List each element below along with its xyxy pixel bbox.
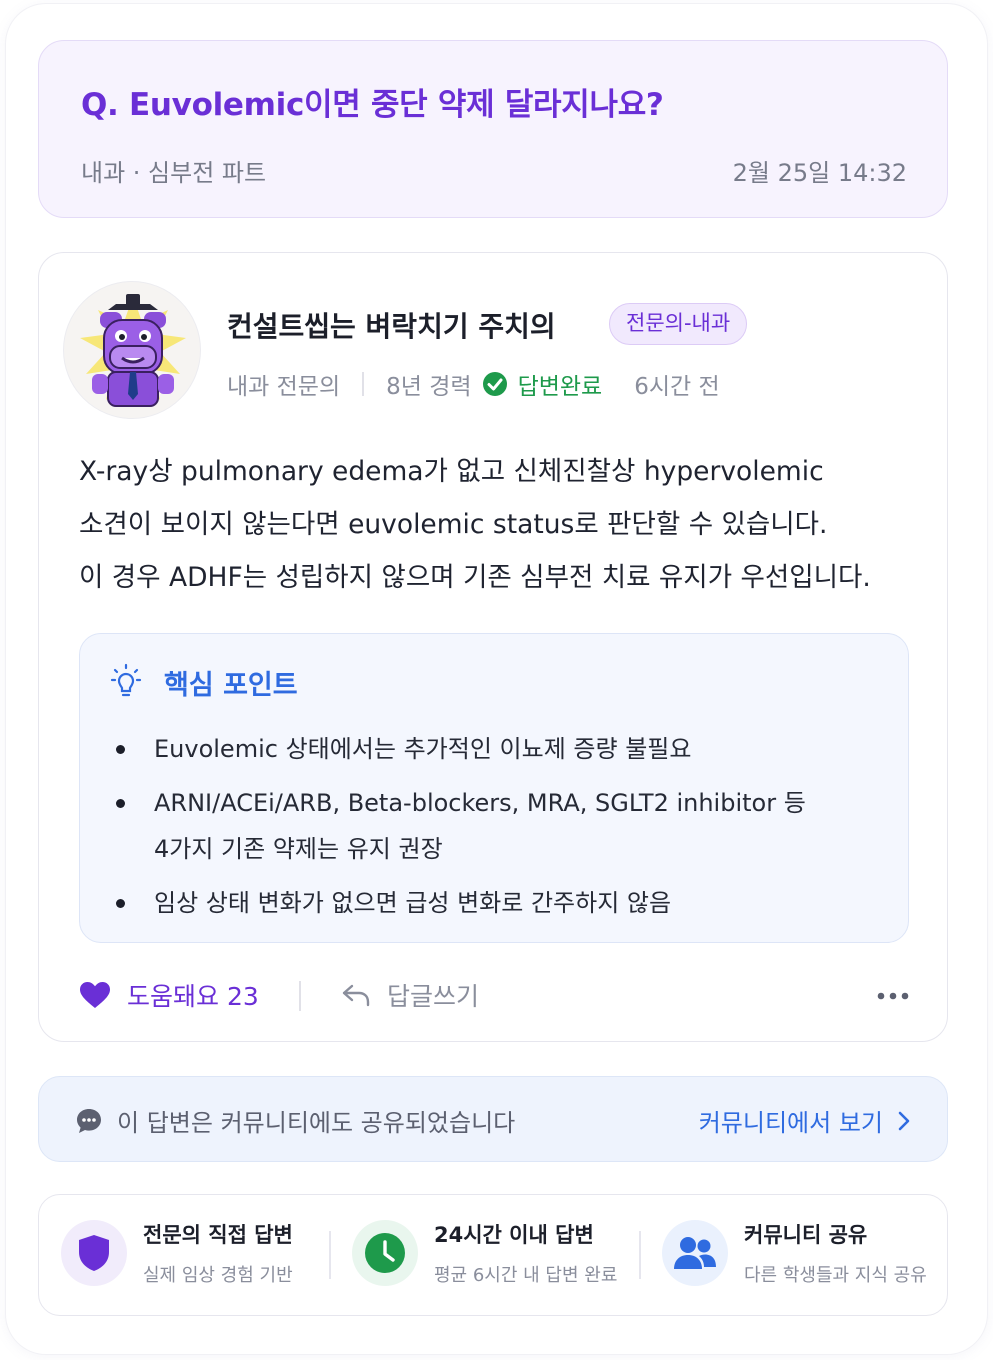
feature-icon-circle bbox=[352, 1220, 418, 1286]
answer-body-line: 이 경우 ADHF는 성립하지 않으며 기존 심부전 치료 유지가 우선입니다. bbox=[79, 562, 871, 593]
feature-title: 전문의 직접 답변 bbox=[143, 1223, 293, 1247]
answer-status: 답변완료 bbox=[482, 367, 603, 401]
key-point-text: 임상 상태 변화가 없으면 급성 변화로 간주하지 않음 bbox=[154, 889, 672, 917]
helpful-label: 도움돼요 23 bbox=[127, 982, 259, 1011]
lightbulb-icon bbox=[110, 663, 142, 697]
specialist-badge: 전문의-내과 bbox=[609, 303, 748, 345]
avatar[interactable] bbox=[63, 281, 201, 419]
key-points-header: 핵심 포인트 bbox=[106, 662, 298, 702]
question-title: Q. Euvolemic이면 중단 약제 달라지나요? bbox=[81, 87, 664, 123]
meta-divider bbox=[362, 372, 365, 396]
question-datetime: 2월 25일 14:32 bbox=[732, 159, 907, 187]
key-point-text: Euvolemic 상태에서는 추가적인 이뇨제 증량 불필요 bbox=[154, 735, 692, 763]
answer-body-line: 소견이 보이지 않는다면 euvolemic status로 판단할 수 있습니… bbox=[79, 509, 828, 540]
reply-label: 답글쓰기 bbox=[387, 982, 480, 1011]
key-point-item: Euvolemic 상태에서는 추가적인 이뇨제 증량 불필요 bbox=[114, 726, 806, 772]
feature-title: 24시간 이내 답변 bbox=[434, 1223, 594, 1247]
feature-subtitle: 평균 6시간 내 답변 완료 bbox=[434, 1265, 618, 1286]
key-points-title: 핵심 포인트 bbox=[164, 669, 298, 701]
feature-community-share: 커뮤니티 공유 다른 학생들과 지식 공유 bbox=[662, 1219, 927, 1287]
author-experience: 8년 경력 bbox=[386, 374, 472, 400]
view-in-community-label: 커뮤니티에서 보기 bbox=[698, 1109, 883, 1137]
feature-icon-circle bbox=[61, 1220, 127, 1286]
reply-arrow-icon bbox=[342, 984, 370, 1007]
feature-subtitle: 다른 학생들과 지식 공유 bbox=[744, 1265, 927, 1286]
community-share-banner: 이 답변은 커뮤니티에도 공유되었습니다 커뮤니티에서 보기 bbox=[38, 1076, 948, 1162]
chat-bubble-icon bbox=[77, 1108, 101, 1133]
feature-text: 24시간 이내 답변 평균 6시간 내 답변 완료 bbox=[434, 1219, 617, 1287]
feature-subtitle: 실제 임상 경험 기반 bbox=[143, 1265, 293, 1286]
feature-title: 커뮤니티 공유 bbox=[744, 1223, 868, 1247]
key-points-box: 핵심 포인트 Euvolemic 상태에서는 추가적인 이뇨제 증량 불필요 A… bbox=[79, 633, 909, 943]
share-notice: 이 답변은 커뮤니티에도 공유되었습니다 bbox=[75, 1103, 515, 1138]
author-name: 컨설트씹는 벼락치기 주치의 bbox=[227, 310, 556, 343]
feature-fast-answer: 24시간 이내 답변 평균 6시간 내 답변 완료 bbox=[352, 1219, 617, 1287]
share-notice-text: 이 답변은 커뮤니티에도 공유되었습니다 bbox=[117, 1109, 516, 1137]
question-card: Q. Euvolemic이면 중단 약제 달라지나요? 내과 · 심부전 파트 … bbox=[38, 40, 948, 218]
view-in-community-link[interactable]: 커뮤니티에서 보기 bbox=[699, 1103, 911, 1138]
feature-icon-circle bbox=[662, 1220, 728, 1286]
hippo-doctor-avatar-icon bbox=[80, 294, 186, 407]
key-point-item: 임상 상태 변화가 없으면 급성 변화로 간주하지 않음 bbox=[114, 880, 806, 926]
users-icon bbox=[674, 1237, 716, 1269]
key-point-item: ARNI/ACEi/ARB, Beta-blockers, MRA, SGLT2… bbox=[114, 780, 806, 872]
check-circle-icon bbox=[482, 372, 507, 396]
key-points-list: Euvolemic 상태에서는 추가적인 이뇨제 증량 불필요 ARNI/ACE… bbox=[114, 726, 806, 934]
feature-specialist-answer: 전문의 직접 답변 실제 임상 경험 기반 bbox=[61, 1219, 293, 1287]
answer-actions: 도움돼요 23 답글쓰기 bbox=[79, 977, 909, 1017]
answer-card: 컨설트씹는 벼락치기 주치의 전문의-내과 내과 전문의 8년 경력 답변완료 … bbox=[38, 252, 948, 1042]
feature-text: 전문의 직접 답변 실제 임상 경험 기반 bbox=[143, 1219, 293, 1287]
author-specialty: 내과 전문의 bbox=[227, 374, 341, 400]
clock-icon bbox=[365, 1233, 405, 1273]
helpful-button[interactable]: 도움돼요 23 bbox=[79, 977, 259, 1013]
feature-text: 커뮤니티 공유 다른 학생들과 지식 공유 bbox=[744, 1219, 927, 1287]
answer-time-ago: 6시간 전 bbox=[634, 374, 720, 400]
answer-body-line: X-ray상 pulmonary edema가 없고 신체진찰상 hypervo… bbox=[79, 456, 824, 487]
heart-icon bbox=[80, 982, 110, 1008]
more-options-button[interactable] bbox=[873, 979, 913, 1013]
answer-status-label: 답변완료 bbox=[517, 374, 603, 400]
question-category: 내과 · 심부전 파트 bbox=[81, 159, 267, 187]
shield-icon bbox=[79, 1235, 109, 1271]
author-meta: 내과 전문의 8년 경력 답변완료 6시간 전 bbox=[227, 367, 720, 401]
chevron-right-icon bbox=[898, 1111, 910, 1130]
features-bar: 전문의 직접 답변 실제 임상 경험 기반 24시간 이내 답변 평균 6시간 … bbox=[38, 1194, 948, 1316]
answer-body: X-ray상 pulmonary edema가 없고 신체진찰상 hypervo… bbox=[79, 445, 929, 604]
key-point-text: 4가지 기존 약제는 유지 권장 bbox=[154, 835, 443, 863]
feature-divider bbox=[639, 1231, 641, 1279]
more-dots-icon bbox=[877, 992, 909, 1000]
key-point-text: ARNI/ACEi/ARB, Beta-blockers, MRA, SGLT2… bbox=[154, 789, 806, 817]
actions-divider bbox=[299, 981, 301, 1011]
feature-divider bbox=[329, 1231, 331, 1279]
reply-button[interactable]: 답글쓰기 bbox=[341, 977, 479, 1013]
